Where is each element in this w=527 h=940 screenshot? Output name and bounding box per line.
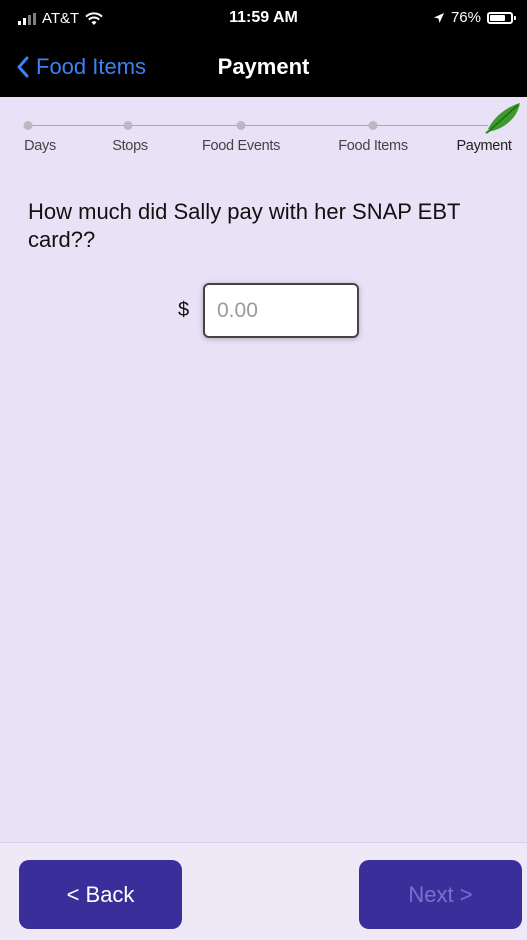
step-label-days[interactable]: Days <box>24 138 56 154</box>
step-label-food-items[interactable]: Food Items <box>338 138 408 154</box>
page-title: Payment <box>217 54 310 79</box>
step-dot-stops <box>123 121 133 130</box>
step-label-payment: Payment <box>456 138 512 154</box>
step-dot-food-items <box>368 121 378 130</box>
battery-icon <box>487 11 516 24</box>
snap-amount-input[interactable] <box>203 283 359 338</box>
next-button[interactable]: Next > <box>359 860 522 929</box>
status-bar: AT&T 11:59 AM 76% <box>0 0 527 40</box>
progress-stepper: Days Stops Food Events Food Items Paymen… <box>0 97 527 167</box>
battery-percent: 76% <box>450 9 481 26</box>
step-label-food-events[interactable]: Food Events <box>202 138 280 154</box>
footer-bar: < Back Next > <box>0 842 527 940</box>
status-right: 76% <box>433 9 516 26</box>
back-button[interactable]: < Back <box>19 860 182 929</box>
step-dot-food-events <box>236 121 246 130</box>
location-icon <box>433 12 444 23</box>
battery-level-fill <box>490 14 505 21</box>
leaf-icon <box>485 103 520 134</box>
step-label-stops[interactable]: Stops <box>112 138 148 154</box>
payment-question: How much did Sally pay with her SNAP EBT… <box>28 199 461 252</box>
navigation-bar: Food Items Payment <box>0 40 527 97</box>
stepper-line <box>28 125 488 126</box>
step-dot-days <box>23 121 33 130</box>
currency-symbol: $ <box>178 299 190 321</box>
